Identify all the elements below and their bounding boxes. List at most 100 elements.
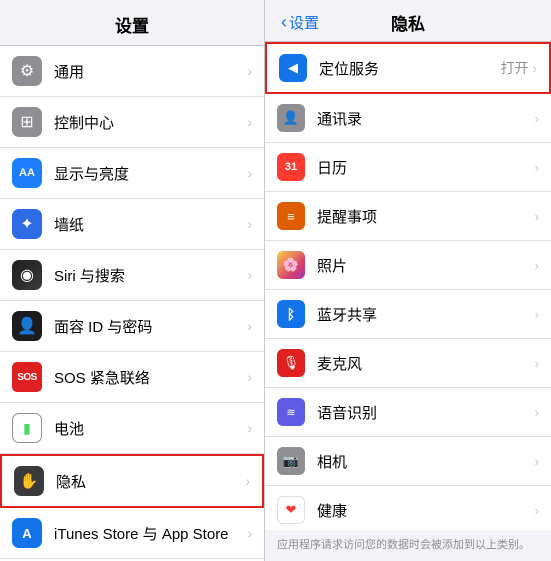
control-chevron: › [247, 114, 252, 130]
siri-icon: ◉ [20, 265, 34, 285]
calendar-icon-wrap: 31 [277, 153, 305, 181]
wallpaper-icon-wrap: ✦ [12, 209, 42, 239]
siri-chevron: › [247, 267, 252, 283]
privacy-icon: ✋ [20, 472, 39, 490]
settings-item-battery[interactable]: ▮ 电池 › [0, 403, 264, 454]
camera-icon-wrap: 📷 [277, 447, 305, 475]
photos-chevron: › [535, 258, 539, 273]
faceid-label: 面容 ID 与密码 [54, 316, 247, 337]
location-icon-wrap: ◀ [279, 54, 307, 82]
left-panel: 设置 ⚙ 通用 › ⊞ 控制中心 › AA 显示与亮度 › ✦ 墙纸 › ◉ S… [0, 0, 265, 561]
general-icon-wrap: ⚙ [12, 56, 42, 86]
microphone-icon-wrap: 🎙 [277, 349, 305, 377]
contacts-icon-wrap: 👤 [277, 104, 305, 132]
settings-item-itunes[interactable]: A iTunes Store 与 App Store › [0, 508, 264, 559]
general-icon: ⚙ [20, 61, 34, 81]
contacts-label: 通讯录 [317, 108, 535, 129]
privacy-label: 隐私 [56, 471, 245, 492]
settings-item-faceid[interactable]: 👤 面容 ID 与密码 › [0, 301, 264, 352]
mic-icon: 🎙 [283, 355, 300, 371]
settings-item-sos[interactable]: SOS SOS 紧急联络 › [0, 352, 264, 403]
sos-label: SOS 紧急联络 [54, 367, 247, 388]
privacy-item-health[interactable]: ❤ 健康 › [265, 486, 551, 530]
camera-icon: 📷 [283, 453, 299, 469]
wallpaper-icon: ✦ [20, 214, 33, 234]
privacy-icon-wrap: ✋ [14, 466, 44, 496]
bluetooth-icon-wrap: ᛒ [277, 300, 305, 328]
privacy-item-contacts[interactable]: 👤 通讯录 › [265, 94, 551, 143]
display-icon-wrap: AA [12, 158, 42, 188]
photos-icon: 🌸 [283, 257, 299, 273]
display-label: 显示与亮度 [54, 163, 247, 184]
location-chevron: › [533, 61, 537, 76]
reminders-label: 提醒事项 [317, 206, 535, 227]
settings-item-display[interactable]: AA 显示与亮度 › [0, 148, 264, 199]
health-icon-wrap: ❤ [277, 496, 305, 524]
calendar-label: 日历 [317, 157, 535, 178]
sos-icon: SOS [17, 372, 37, 383]
bluetooth-label: 蓝牙共享 [317, 304, 535, 325]
faceid-chevron: › [247, 318, 252, 334]
siri-label: Siri 与搜索 [54, 265, 247, 286]
battery-icon-wrap: ▮ [12, 413, 42, 443]
privacy-item-speech[interactable]: ≋ 语音识别 › [265, 388, 551, 437]
health-label: 健康 [317, 500, 535, 521]
speech-chevron: › [535, 405, 539, 420]
location-label: 定位服务 [319, 58, 501, 79]
right-panel: ‹ 设置 隐私 ◀ 定位服务 打开 › 👤 通讯录 › 31 日历 › ≡ 提醒… [265, 0, 551, 561]
location-status: 打开 [501, 58, 529, 78]
back-label: 设置 [289, 12, 319, 33]
bluetooth-icon: ᛒ [287, 306, 295, 322]
general-chevron: › [247, 63, 252, 79]
itunes-chevron: › [247, 525, 252, 541]
photos-label: 照片 [317, 255, 535, 276]
itunes-icon-wrap: A [12, 518, 42, 548]
sos-chevron: › [247, 369, 252, 385]
location-icon: ◀ [288, 60, 298, 76]
back-button[interactable]: ‹ 设置 [281, 12, 319, 33]
faceid-icon-wrap: 👤 [12, 311, 42, 341]
speech-icon-wrap: ≋ [277, 398, 305, 426]
battery-icon: ▮ [23, 420, 31, 437]
settings-item-wallpaper[interactable]: ✦ 墙纸 › [0, 199, 264, 250]
general-label: 通用 [54, 61, 247, 82]
control-icon-wrap: ⊞ [12, 107, 42, 137]
calendar-chevron: › [535, 160, 539, 175]
privacy-item-microphone[interactable]: 🎙 麦克风 › [265, 339, 551, 388]
right-header: ‹ 设置 隐私 [265, 0, 551, 42]
siri-icon-wrap: ◉ [12, 260, 42, 290]
sos-icon-wrap: SOS [12, 362, 42, 392]
itunes-icon: A [17, 523, 37, 543]
camera-label: 相机 [317, 451, 535, 472]
privacy-item-calendar[interactable]: 31 日历 › [265, 143, 551, 192]
settings-item-privacy[interactable]: ✋ 隐私 › [0, 454, 264, 508]
bluetooth-chevron: › [535, 307, 539, 322]
display-chevron: › [247, 165, 252, 181]
privacy-item-camera[interactable]: 📷 相机 › [265, 437, 551, 486]
left-header: 设置 [0, 0, 264, 46]
privacy-item-bluetooth[interactable]: ᛒ 蓝牙共享 › [265, 290, 551, 339]
settings-item-siri[interactable]: ◉ Siri 与搜索 › [0, 250, 264, 301]
microphone-chevron: › [535, 356, 539, 371]
privacy-item-location[interactable]: ◀ 定位服务 打开 › [265, 42, 551, 94]
display-icon: AA [19, 167, 35, 179]
calendar-icon: 31 [285, 161, 297, 173]
health-chevron: › [535, 503, 539, 518]
reminders-chevron: › [535, 209, 539, 224]
settings-item-general[interactable]: ⚙ 通用 › [0, 46, 264, 97]
battery-chevron: › [247, 420, 252, 436]
reminders-icon-wrap: ≡ [277, 202, 305, 230]
privacy-item-photos[interactable]: 🌸 照片 › [265, 241, 551, 290]
privacy-list: ◀ 定位服务 打开 › 👤 通讯录 › 31 日历 › ≡ 提醒事项 › 🌸 照… [265, 42, 551, 530]
faceid-icon: 👤 [17, 316, 37, 336]
settings-item-control[interactable]: ⊞ 控制中心 › [0, 97, 264, 148]
privacy-footer: 应用程序请求访问您的数据时会被添加到以上类别。 [265, 530, 551, 561]
privacy-item-reminders[interactable]: ≡ 提醒事项 › [265, 192, 551, 241]
health-icon: ❤ [286, 502, 297, 518]
control-icon: ⊞ [20, 112, 33, 132]
right-header-title: 隐私 [391, 10, 425, 35]
contacts-icon: 👤 [283, 110, 299, 126]
privacy-chevron: › [245, 473, 250, 489]
wallpaper-label: 墙纸 [54, 214, 247, 235]
chevron-left-icon: ‹ [281, 12, 287, 33]
